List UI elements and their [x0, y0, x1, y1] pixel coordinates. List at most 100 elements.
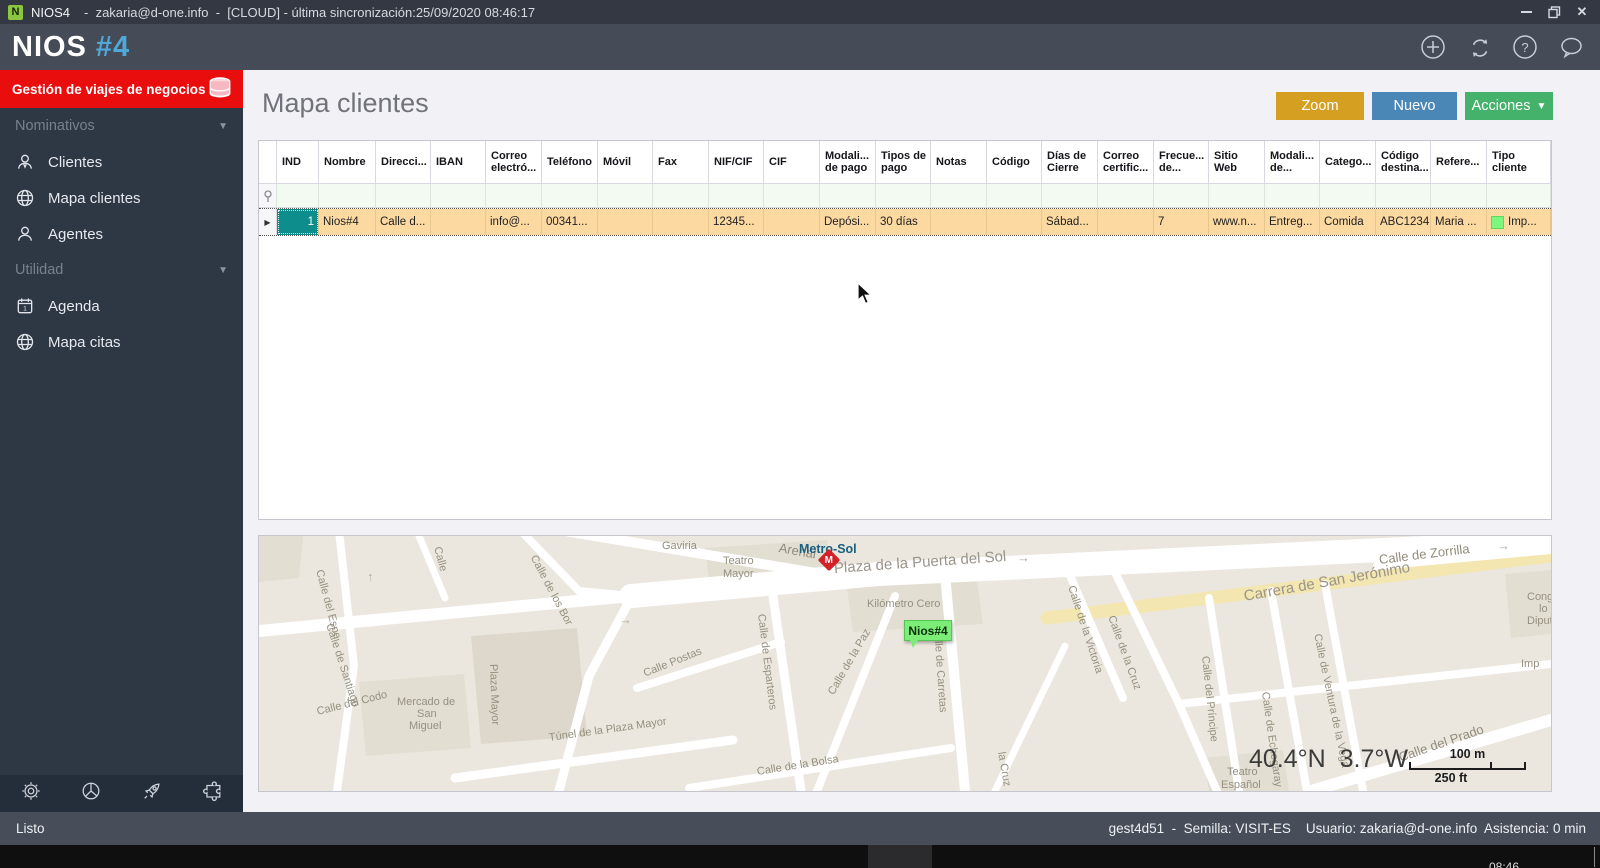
filter-cell[interactable] [277, 184, 319, 208]
filter-cell[interactable] [598, 184, 653, 208]
grid-column-header[interactable]: Móvil [598, 141, 653, 184]
filter-cell[interactable] [319, 184, 376, 208]
grid-column-header[interactable]: Notas [931, 141, 987, 184]
add-icon[interactable] [1420, 34, 1446, 60]
sidebar-item-clientes[interactable]: Clientes [0, 144, 243, 180]
map-panel[interactable]: GaviriaTeatroMayorArenalMetro-SolPlaza d… [258, 535, 1552, 792]
client-map-marker[interactable]: Nios#4 [904, 620, 952, 648]
filter-cell[interactable] [1042, 184, 1098, 208]
grid-cell[interactable] [764, 209, 820, 235]
filter-cell[interactable] [1431, 184, 1487, 208]
grid-cell[interactable] [598, 209, 653, 235]
sidebar-item-agentes[interactable]: Agentes [0, 216, 243, 252]
grid-cell[interactable]: Entreg... [1265, 209, 1320, 235]
filter-cell[interactable] [486, 184, 542, 208]
filter-cell[interactable] [1098, 184, 1154, 208]
restore-icon[interactable] [1542, 2, 1566, 22]
filter-cell[interactable] [931, 184, 987, 208]
grid-column-header[interactable]: Correo electró... [486, 141, 542, 184]
filter-cell[interactable] [1265, 184, 1320, 208]
grid-column-header[interactable]: CIF [764, 141, 820, 184]
sidebar-item-mapa-citas[interactable]: Mapa citas [0, 324, 243, 360]
grid-cell[interactable] [1098, 209, 1154, 235]
map-street-label: Congre [1527, 591, 1551, 603]
filter-pin-icon[interactable] [259, 184, 277, 208]
grid-cell[interactable]: 12345... [709, 209, 764, 235]
filter-cell[interactable] [431, 184, 486, 208]
sidebar-banner[interactable]: Gestión de viajes de negocios [0, 70, 243, 108]
grid-cell[interactable] [931, 209, 987, 235]
grid-column-header[interactable]: Nombre [319, 141, 376, 184]
grid-cell[interactable]: 30 días [876, 209, 931, 235]
grid-column-header[interactable]: Modali... de pago [820, 141, 876, 184]
settings-gear-icon[interactable] [20, 780, 42, 807]
sidebar-section-nominativos[interactable]: Nominativos ▼ [0, 108, 243, 144]
zoom-button[interactable]: Zoom [1276, 92, 1364, 120]
grid-cell[interactable]: 7 [1154, 209, 1209, 235]
nuevo-button[interactable]: Nuevo [1372, 92, 1457, 120]
grid-cell[interactable]: Maria ... [1431, 209, 1487, 235]
filter-cell[interactable] [653, 184, 709, 208]
grid-cell[interactable]: 1 [277, 209, 319, 235]
grid-cell[interactable] [987, 209, 1042, 235]
grid-column-header[interactable]: Teléfono [542, 141, 598, 184]
filter-cell[interactable] [1487, 184, 1551, 208]
grid-cell[interactable] [653, 209, 709, 235]
grid-column-header[interactable]: Catego... [1320, 141, 1376, 184]
filter-cell[interactable] [1209, 184, 1265, 208]
grid-column-header[interactable]: Días de Cierre [1042, 141, 1098, 184]
grid-column-header[interactable]: Direcci... [376, 141, 431, 184]
pie-chart-icon[interactable] [80, 780, 102, 807]
taskbar-item[interactable] [868, 845, 932, 868]
grid-cell[interactable]: Depósi... [820, 209, 876, 235]
filter-cell[interactable] [764, 184, 820, 208]
grid-cell[interactable]: Sábad... [1042, 209, 1098, 235]
grid-column-header[interactable]: Código [987, 141, 1042, 184]
grid-cell[interactable]: ABC1234 [1376, 209, 1431, 235]
grid-column-header[interactable]: Fax [653, 141, 709, 184]
grid-column-header[interactable]: Sitio Web [1209, 141, 1265, 184]
window-titlebar[interactable]: N NIOS4 - zakaria@d-one.info - [CLOUD] -… [0, 0, 1600, 24]
grid-cell[interactable]: 00341... [542, 209, 598, 235]
grid-column-header[interactable]: Tipos de pago [876, 141, 931, 184]
grid-cell[interactable]: info@... [486, 209, 542, 235]
filter-cell[interactable] [876, 184, 931, 208]
grid-column-header[interactable]: Frecue... de... [1154, 141, 1209, 184]
sidebar-section-utilidad[interactable]: Utilidad ▼ [0, 252, 243, 288]
grid-column-header[interactable]: NIF/CIF [709, 141, 764, 184]
filter-cell[interactable] [1376, 184, 1431, 208]
grid-column-header[interactable]: Código destina... [1376, 141, 1431, 184]
grid-cell[interactable]: www.n... [1209, 209, 1265, 235]
grid-column-header[interactable]: Correo certific... [1098, 141, 1154, 184]
grid-column-header[interactable]: Modali... de... [1265, 141, 1320, 184]
sidebar-item-agenda[interactable]: 1 Agenda [0, 288, 243, 324]
grid-cell[interactable]: Comida [1320, 209, 1376, 235]
grid-column-header[interactable]: IND [277, 141, 319, 184]
help-icon[interactable]: ? [1512, 34, 1538, 60]
filter-cell[interactable] [709, 184, 764, 208]
sync-icon[interactable] [1466, 34, 1492, 60]
minimize-icon[interactable] [1514, 2, 1538, 22]
sidebar-item-mapa-clientes[interactable]: Mapa clientes [0, 180, 243, 216]
rocket-icon[interactable] [141, 780, 163, 807]
grid-cell[interactable]: Calle d... [376, 209, 431, 235]
os-taskbar-edge[interactable]: 08:46 [0, 845, 1600, 868]
grid-column-header[interactable]: Tipo cliente [1487, 141, 1551, 184]
grid-corner-cell[interactable] [259, 141, 277, 184]
close-icon[interactable]: ✕ [1570, 2, 1594, 22]
acciones-button[interactable]: Acciones ▼ [1465, 92, 1553, 120]
puzzle-icon[interactable] [201, 780, 223, 807]
filter-cell[interactable] [1154, 184, 1209, 208]
grid-data-row[interactable]: ▶ 1 Nios#4 Calle d... info@... 00341... 12345… [259, 208, 1551, 236]
grid-column-header[interactable]: Refere... [1431, 141, 1487, 184]
filter-cell[interactable] [820, 184, 876, 208]
grid-cell[interactable] [431, 209, 486, 235]
grid-cell[interactable]: Nios#4 [319, 209, 376, 235]
filter-cell[interactable] [376, 184, 431, 208]
grid-column-header[interactable]: IBAN [431, 141, 486, 184]
filter-cell[interactable] [987, 184, 1042, 208]
grid-cell[interactable]: Imp... [1487, 209, 1551, 235]
filter-cell[interactable] [1320, 184, 1376, 208]
chat-icon[interactable] [1558, 34, 1584, 60]
filter-cell[interactable] [542, 184, 598, 208]
